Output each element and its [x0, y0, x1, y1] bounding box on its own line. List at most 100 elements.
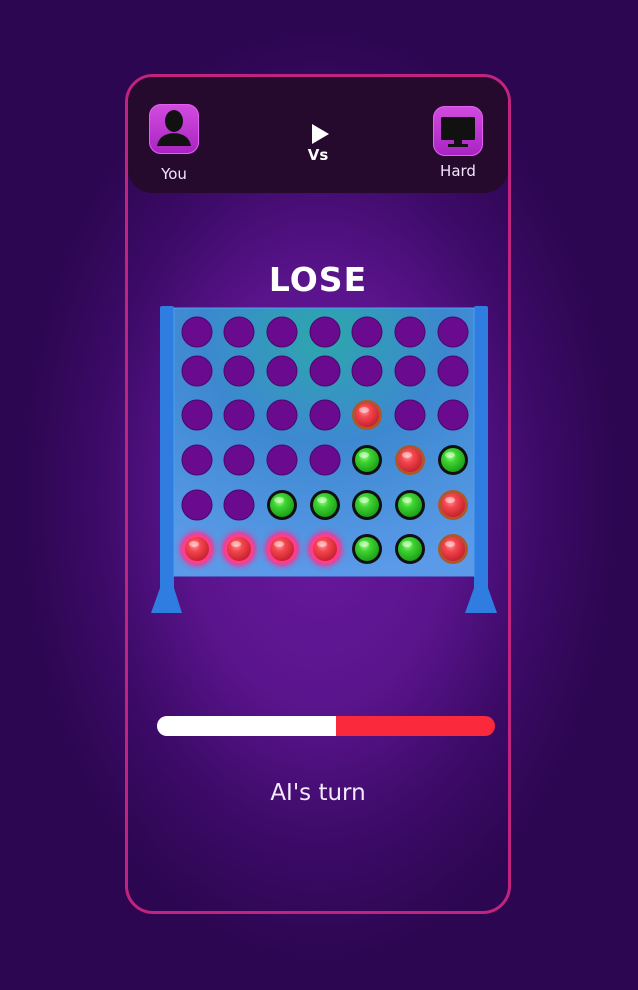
- board-cell[interactable]: [437, 355, 469, 387]
- empty-slot: [394, 355, 426, 387]
- board-cell[interactable]: [438, 445, 468, 475]
- green-disc: [398, 537, 422, 561]
- board-cell[interactable]: [395, 490, 425, 520]
- green-disc: [355, 493, 379, 517]
- empty-slot: [309, 444, 341, 476]
- empty-slot: [223, 444, 255, 476]
- disc-highlight: [317, 497, 327, 503]
- empty-slot: [181, 444, 213, 476]
- green-disc: [270, 493, 294, 517]
- game-board[interactable]: [0, 0, 638, 990]
- empty-slot: [223, 489, 255, 521]
- board-cell[interactable]: [266, 355, 298, 387]
- board-cell[interactable]: [394, 355, 426, 387]
- green-disc: [355, 537, 379, 561]
- board-left-post: [160, 306, 174, 598]
- board-cell[interactable]: [180, 532, 214, 566]
- board-cell[interactable]: [351, 316, 383, 348]
- board-cell[interactable]: [352, 534, 382, 564]
- board-cell[interactable]: [266, 399, 298, 431]
- disc-highlight: [402, 497, 412, 503]
- board-cell[interactable]: [352, 445, 382, 475]
- board-cell[interactable]: [265, 532, 299, 566]
- board-cell[interactable]: [352, 400, 382, 430]
- disc-highlight: [445, 452, 455, 458]
- empty-slot: [437, 316, 469, 348]
- board-cell[interactable]: [223, 444, 255, 476]
- board-cell[interactable]: [310, 490, 340, 520]
- empty-slot: [437, 399, 469, 431]
- board-cell[interactable]: [267, 490, 297, 520]
- board-cell[interactable]: [223, 355, 255, 387]
- empty-slot: [223, 355, 255, 387]
- board-cell[interactable]: [309, 316, 341, 348]
- empty-slot: [309, 399, 341, 431]
- board-cell[interactable]: [181, 316, 213, 348]
- board-cell[interactable]: [394, 316, 426, 348]
- board-cell[interactable]: [394, 399, 426, 431]
- disc-highlight: [445, 497, 455, 503]
- board-cell[interactable]: [181, 444, 213, 476]
- red-disc: [441, 537, 465, 561]
- disc-highlight: [402, 452, 412, 458]
- red-disc: [313, 537, 337, 561]
- disc-highlight: [402, 541, 412, 547]
- red-disc: [441, 493, 465, 517]
- green-disc: [313, 493, 337, 517]
- board-cell[interactable]: [181, 355, 213, 387]
- board-left-foot: [151, 588, 182, 613]
- empty-slot: [181, 355, 213, 387]
- disc-highlight: [189, 541, 199, 547]
- disc-highlight: [445, 541, 455, 547]
- empty-slot: [223, 399, 255, 431]
- board-cell[interactable]: [223, 399, 255, 431]
- board-cell[interactable]: [266, 444, 298, 476]
- red-disc: [185, 537, 209, 561]
- empty-slot: [181, 399, 213, 431]
- board-cell[interactable]: [308, 532, 342, 566]
- red-disc: [355, 403, 379, 427]
- disc-highlight: [317, 541, 327, 547]
- board-cell[interactable]: [352, 490, 382, 520]
- board-cell[interactable]: [309, 399, 341, 431]
- empty-slot: [223, 316, 255, 348]
- disc-highlight: [359, 497, 369, 503]
- empty-slot: [266, 399, 298, 431]
- board-cell[interactable]: [222, 532, 256, 566]
- board-cell[interactable]: [223, 316, 255, 348]
- disc-highlight: [359, 407, 369, 413]
- empty-slot: [437, 355, 469, 387]
- board-right-post: [474, 306, 488, 598]
- empty-slot: [181, 489, 213, 521]
- red-disc: [270, 537, 294, 561]
- board-right-foot: [465, 588, 497, 613]
- board-cell[interactable]: [438, 534, 468, 564]
- empty-slot: [309, 316, 341, 348]
- disc-highlight: [359, 452, 369, 458]
- empty-slot: [266, 355, 298, 387]
- board-cell[interactable]: [266, 316, 298, 348]
- empty-slot: [351, 355, 383, 387]
- board-cell[interactable]: [437, 316, 469, 348]
- board-cell[interactable]: [223, 489, 255, 521]
- board-cell[interactable]: [395, 534, 425, 564]
- green-disc: [398, 493, 422, 517]
- board-cell[interactable]: [395, 445, 425, 475]
- empty-slot: [309, 355, 341, 387]
- board-cell[interactable]: [309, 355, 341, 387]
- board-cell[interactable]: [438, 490, 468, 520]
- green-disc: [441, 448, 465, 472]
- green-disc: [355, 448, 379, 472]
- empty-slot: [266, 316, 298, 348]
- board-cell[interactable]: [351, 355, 383, 387]
- empty-slot: [181, 316, 213, 348]
- board-cell[interactable]: [437, 399, 469, 431]
- board-cell[interactable]: [181, 399, 213, 431]
- disc-highlight: [359, 541, 369, 547]
- red-disc: [398, 448, 422, 472]
- empty-slot: [394, 316, 426, 348]
- board-cell[interactable]: [309, 444, 341, 476]
- empty-slot: [266, 444, 298, 476]
- board-cell[interactable]: [181, 489, 213, 521]
- disc-highlight: [274, 497, 284, 503]
